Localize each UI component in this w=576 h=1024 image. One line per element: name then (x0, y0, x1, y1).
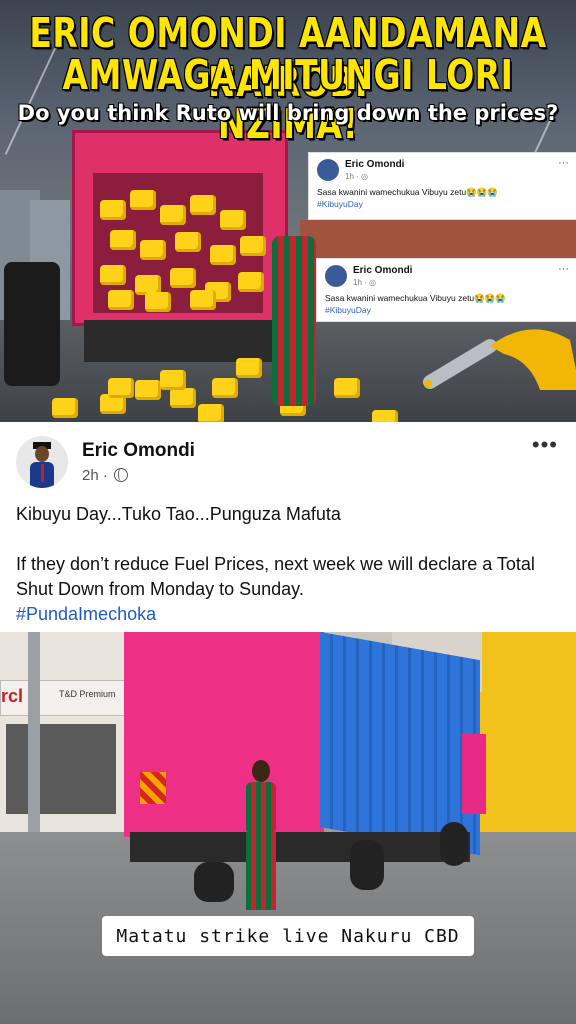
embedded-post-card: Eric Omondi 1h · ◎ ··· Sasa kwanini wame… (316, 258, 576, 322)
jerrycan (175, 232, 201, 252)
shop-sign-brand: rcl (1, 686, 24, 706)
more-icon: ··· (558, 157, 569, 169)
man-pushing-truck (232, 760, 292, 920)
person-black-outfit (4, 262, 60, 386)
truck-chassis (130, 832, 470, 862)
video-caption: Matatu strike live Nakuru CBD (102, 916, 474, 956)
jerrycan (240, 236, 266, 256)
jerrycan (160, 205, 186, 225)
jerrycan (170, 268, 196, 288)
post-body: Kibuyu Day...Tuko Tao...Punguza Mafuta I… (16, 502, 561, 627)
lamp-post (28, 632, 40, 842)
avatar-head (35, 446, 49, 462)
jerrycan (334, 378, 360, 398)
man-legs (246, 832, 276, 910)
jerrycan (236, 358, 262, 378)
card-time: 1h · (345, 172, 362, 181)
fuel-pump-nozzle-icon (423, 329, 576, 390)
more-icon: ··· (558, 263, 569, 275)
truck-wheel (194, 862, 234, 902)
shop-sign: rcl T&D Premium (0, 680, 128, 716)
shop-sign-text: T&D Premium (59, 689, 116, 699)
jerrycan (190, 195, 216, 215)
truck-chassis (84, 320, 274, 362)
card-text: Sasa kwanini wamechukua Vibuyu zetu😭😭😭 (325, 293, 506, 303)
man-torso (246, 782, 276, 834)
avatar (317, 159, 339, 181)
avatar (325, 265, 347, 287)
jerrycan (108, 290, 134, 310)
embedded-post-card: Eric Omondi 1h · ◎ ··· Sasa kwanini wame… (308, 152, 576, 220)
globe-icon: ◎ (369, 278, 376, 287)
storefront (6, 724, 116, 814)
jerrycan (100, 265, 126, 285)
video-frame[interactable]: rcl T&D Premium Matatu strike live Nakur… (0, 632, 576, 1024)
truck-wheel (440, 822, 468, 866)
jerrycan (130, 190, 156, 210)
news-thumbnail-banner: ERIC OMONDI AANDAMANA NAIROBI AMWAGA MIT… (0, 0, 576, 422)
jerrycan (135, 380, 161, 400)
jerrycan (52, 398, 78, 418)
card-time: 1h · (353, 278, 370, 287)
post-line-2: If they don’t reduce Fuel Prices, next w… (16, 554, 535, 599)
author-avatar[interactable] (16, 436, 68, 488)
jerrycan (108, 378, 134, 398)
man-head (252, 760, 270, 782)
post-line-1: Kibuyu Day...Tuko Tao...Punguza Mafuta (16, 504, 341, 524)
hazard-sign (140, 772, 166, 804)
card-author: Eric Omondi (353, 265, 413, 276)
banner-subheadline: Do you think Ruto will bring down the pr… (17, 101, 559, 125)
person-striped-outfit (272, 236, 316, 406)
facebook-post: Eric Omondi 2h · ••• Kibuyu Day...Tuko T… (0, 422, 576, 632)
card-text: Sasa kwanini wamechukua Vibuyu zetu😭😭😭 (317, 187, 498, 197)
post-time[interactable]: 2h · (82, 467, 112, 484)
card-meta: 1h · ◎ (345, 172, 368, 181)
post-author-name[interactable]: Eric Omondi (82, 440, 195, 462)
card-meta: 1h · ◎ (353, 278, 376, 287)
jerrycan (110, 230, 136, 250)
card-hashtag: #KibuyuDay (325, 305, 371, 315)
post-meta: 2h · (82, 467, 129, 484)
jerrycan (100, 200, 126, 220)
avatar-tie (41, 464, 44, 482)
jerrycan (145, 292, 171, 312)
building-yellow (480, 632, 576, 832)
card-author: Eric Omondi (345, 159, 405, 170)
jerrycan (170, 388, 196, 408)
globe-icon: ◎ (361, 172, 368, 181)
jerrycan (190, 290, 216, 310)
post-hashtag[interactable]: #PundaImechoka (16, 602, 561, 627)
more-options-icon[interactable]: ••• (532, 432, 558, 458)
globe-icon (114, 468, 129, 482)
jerrycan (220, 210, 246, 230)
jerrycan (372, 410, 398, 422)
jerrycan (238, 272, 264, 292)
truck-pink-box (124, 632, 324, 837)
truck-cab (462, 734, 486, 814)
jerrycan (212, 378, 238, 398)
jerrycan (160, 370, 186, 390)
jerrycan (140, 240, 166, 260)
headline-line-2: AMWAGA MITUNGI LORI NZIMA! (62, 50, 514, 148)
jerrycan (210, 245, 236, 265)
card-hashtag: #KibuyuDay (317, 199, 363, 209)
truck-wheel (350, 840, 384, 890)
pink-truck (72, 130, 288, 326)
jerrycan (198, 404, 224, 422)
